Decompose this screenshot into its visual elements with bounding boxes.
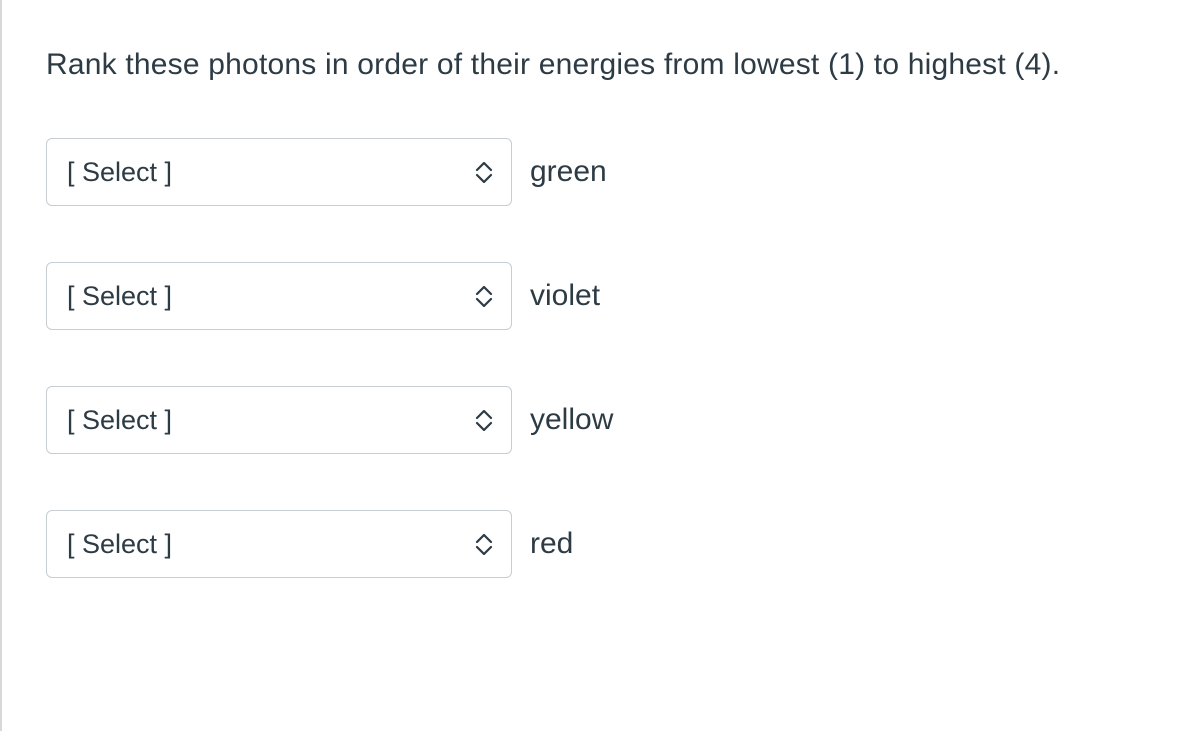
select-rank-green[interactable]: [ Select ] <box>46 138 512 206</box>
chevron-up-down-icon <box>475 286 493 307</box>
select-placeholder: [ Select ] <box>67 281 172 312</box>
ranking-row: [ Select ] violet <box>46 262 1200 330</box>
chevron-up-down-icon <box>475 410 493 431</box>
ranking-rows: [ Select ] green [ Select ] violet [ Sel… <box>46 138 1200 578</box>
photon-label-yellow: yellow <box>530 403 613 437</box>
photon-label-green: green <box>530 155 607 189</box>
chevron-up-down-icon <box>475 534 493 555</box>
question-prompt: Rank these photons in order of their ene… <box>46 48 1200 82</box>
chevron-up-down-icon <box>475 162 493 183</box>
select-placeholder: [ Select ] <box>67 405 172 436</box>
photon-label-red: red <box>530 527 573 561</box>
select-rank-yellow[interactable]: [ Select ] <box>46 386 512 454</box>
photon-label-violet: violet <box>530 279 600 313</box>
select-rank-violet[interactable]: [ Select ] <box>46 262 512 330</box>
select-rank-red[interactable]: [ Select ] <box>46 510 512 578</box>
select-placeholder: [ Select ] <box>67 157 172 188</box>
ranking-row: [ Select ] green <box>46 138 1200 206</box>
ranking-row: [ Select ] red <box>46 510 1200 578</box>
select-placeholder: [ Select ] <box>67 529 172 560</box>
ranking-row: [ Select ] yellow <box>46 386 1200 454</box>
question-container: Rank these photons in order of their ene… <box>0 0 1200 731</box>
